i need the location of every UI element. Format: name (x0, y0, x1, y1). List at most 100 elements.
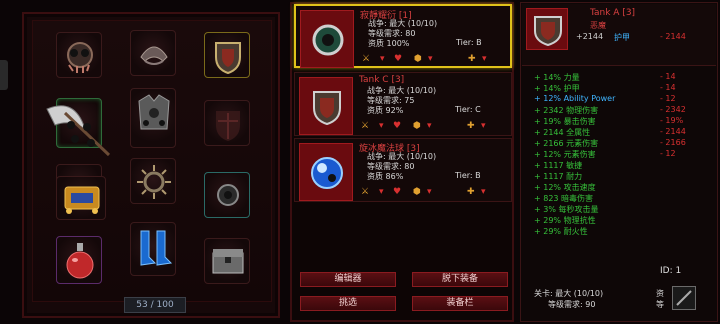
plus-icon: ✚ (467, 187, 475, 197)
detail-stat-label: + 29% 物理抗性 (534, 216, 596, 225)
detail-footer-level: 关卡: 最大 (10/10) (534, 289, 604, 298)
detail-stat-delta: - 14 (660, 83, 676, 92)
potion-icon (66, 243, 94, 279)
item-thumb (300, 10, 354, 68)
item-stat-3: 资质 100% (368, 39, 410, 48)
side-drawer-handle[interactable] (0, 60, 8, 90)
down-arrow-icon: ▾ (481, 121, 486, 131)
chest-armor-slot[interactable] (130, 88, 176, 148)
shield-icon (534, 16, 562, 47)
detail-stat-label: + 1117 耐力 (534, 172, 583, 181)
detail-stat-delta: - 14 (660, 72, 676, 81)
detail-armor-minus: - 2144 (660, 32, 686, 41)
chest-slot[interactable] (204, 238, 250, 284)
detail-title: Tank A [3] (590, 8, 636, 18)
armor-icon: ⬢ (413, 121, 421, 131)
detail-footer-r2: 等 (656, 300, 664, 309)
spiked-ring-slot[interactable] (130, 158, 176, 204)
item-tier: Tier: B (455, 171, 481, 180)
item-thumb (299, 77, 353, 135)
sword-icon: ⚔ (362, 54, 371, 64)
detail-stat-label: + 14% 力量 (534, 73, 580, 82)
item-card-2[interactable]: Tank C [3] 战争: 最大 (10/10) 等级需求: 75 资质 92… (294, 72, 512, 136)
detail-stat-delta: - 2342 (660, 105, 686, 114)
down-arrow-icon: ▾ (482, 54, 487, 64)
detail-stat-delta: - 2166 (660, 138, 686, 147)
close-icon (676, 290, 692, 306)
armor-icon: ⬢ (413, 187, 421, 197)
item-title: Tank C [3] (359, 75, 405, 85)
inventory-button[interactable]: 装备栏 (412, 296, 508, 311)
shield-helm-icon (312, 24, 344, 56)
spiked-ring-icon (137, 165, 171, 199)
ring-right-slot[interactable] (204, 172, 250, 218)
armor-icon: ⬢ (414, 54, 422, 64)
detail-stat-delta: - 19% (660, 116, 684, 125)
detail-stat-delta: - 2144 (660, 127, 686, 136)
detail-stat-label: + 14% 护甲 (534, 84, 580, 93)
orb-icon (311, 157, 343, 189)
plus-icon: ✚ (468, 54, 476, 64)
shield-slot[interactable] (204, 32, 250, 78)
plus-icon: ✚ (467, 121, 475, 131)
item-tier: Tier: B (456, 38, 482, 47)
detail-stat-label: + 2166 元素伤害 (534, 139, 599, 148)
shield-silhouette-icon (216, 111, 240, 141)
detail-id: ID: 1 (660, 266, 682, 276)
boots-slot[interactable] (130, 222, 176, 276)
detail-stat-label: + 823 暗毒伤害 (534, 194, 594, 203)
chest-armor-icon (138, 94, 170, 130)
down-arrow-icon: ▾ (427, 187, 432, 197)
amulet-icon (67, 42, 93, 73)
treasure-chest-icon (212, 249, 244, 274)
shield-icon (313, 91, 341, 126)
detail-stat-label: + 2144 全属性 (534, 128, 591, 137)
select-button[interactable]: 挑选 (300, 296, 396, 311)
detail-stat-delta: - 12 (660, 94, 676, 103)
helmet-slot[interactable] (130, 30, 176, 76)
detail-stat-label: + 12% 攻击速度 (534, 183, 596, 192)
weapon-slot[interactable] (46, 98, 111, 157)
detail-stat-delta: - 12 (660, 149, 676, 158)
detail-footer-r1: 资 (656, 289, 664, 298)
gold-artifact-icon (64, 186, 100, 214)
item-thumb (299, 143, 353, 201)
potion-slot[interactable] (56, 236, 102, 284)
edit-button[interactable]: 编辑器 (300, 272, 396, 287)
detail-stat-label: + 3% 每秒攻击量 (534, 205, 599, 214)
detail-stat-label: + 19% 暴击伤害 (534, 117, 596, 126)
detail-stat-label: + 2342 物理伤害 (534, 106, 599, 115)
heart-icon: ♥ (393, 187, 402, 197)
gold-artifact-slot[interactable] (56, 176, 106, 220)
offhand-slot[interactable] (204, 100, 250, 146)
detail-subtitle: 恶魔 (590, 21, 606, 30)
heart-icon: ♥ (394, 54, 403, 64)
unequip-button[interactable]: 脱下装备 (412, 272, 508, 287)
detail-stat-label: + 1117 敏捷 (534, 161, 583, 170)
ring-right-icon (217, 184, 239, 206)
inventory-counter: 53 / 100 (124, 297, 186, 313)
item-card-1[interactable]: 寂靜耀衍 [1] 战争: 最大 (10/10) 等级需求: 80 资质 100%… (294, 4, 512, 68)
detail-stat-label: + 29% 耐火性 (534, 227, 588, 236)
item-card-3[interactable]: 旋冰魔法球 [3] 战争: 最大 (10/10) 等级需求: 80 资质 86%… (294, 138, 512, 202)
sword-icon: ⚔ (361, 121, 370, 131)
sword-icon: ⚔ (361, 187, 370, 197)
item-stat-3: 资质 86% (367, 172, 404, 181)
item-stat-3: 资质 92% (367, 106, 404, 115)
item-tier: Tier: C (455, 105, 481, 114)
close-detail-button[interactable] (672, 286, 696, 310)
boots-icon (140, 230, 173, 266)
detail-armor-plus: +2144 (576, 32, 604, 41)
down-arrow-icon: ▾ (427, 121, 432, 131)
down-arrow-icon: ▾ (379, 121, 384, 131)
scythe-icon (46, 105, 111, 157)
detail-stat-label: + 12% Ability Power (534, 94, 616, 103)
detail-thumb (526, 8, 568, 50)
down-arrow-icon: ▾ (379, 187, 384, 197)
amulet-slot[interactable] (56, 32, 102, 78)
helmet-icon (140, 46, 168, 65)
heart-icon: ♥ (393, 121, 402, 131)
detail-footer-req: 等级需求: 90 (548, 300, 596, 309)
down-arrow-icon: ▾ (428, 54, 433, 64)
shield-icon (215, 42, 241, 75)
